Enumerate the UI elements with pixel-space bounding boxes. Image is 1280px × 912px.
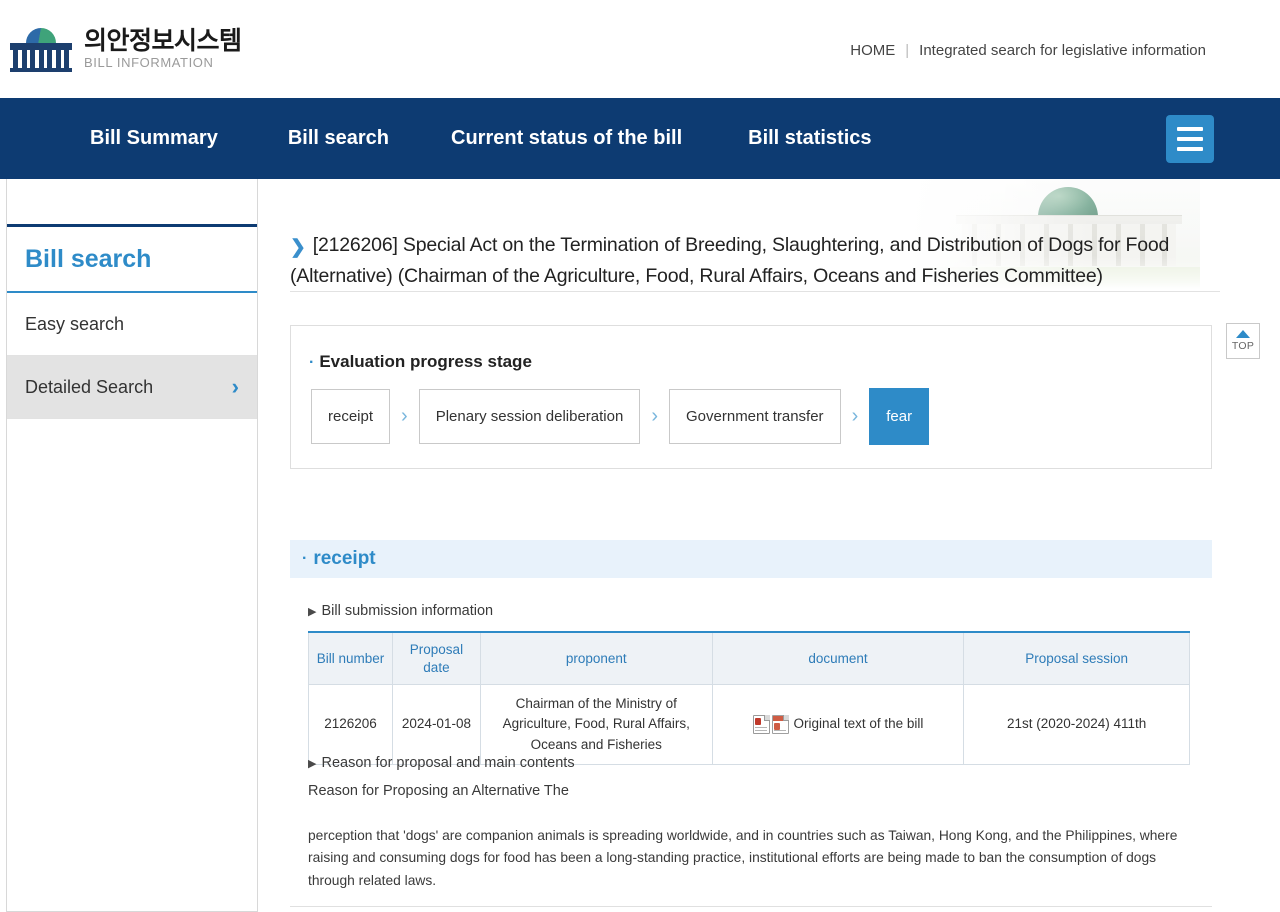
progress-heading-text: Evaluation progress stage [319, 352, 532, 371]
triangle-right-icon: ▶ [308, 606, 317, 618]
document-link[interactable]: Original text of the bill [721, 714, 956, 734]
progress-step-fear[interactable]: fear [869, 388, 930, 445]
chevron-right-icon: › [231, 374, 239, 399]
main-content: ❯ [2126206] Special Act on the Terminatio… [258, 179, 1280, 912]
bottom-divider [290, 906, 1212, 907]
progress-step-plenary-session[interactable]: Plenary session deliberation [418, 389, 641, 444]
progress-heading: · Evaluation progress stage [309, 352, 532, 372]
title-arrow-icon: ❯ [290, 237, 306, 258]
step-separator-icon: › [651, 405, 658, 427]
subheading-text: Bill submission information [321, 603, 494, 619]
pdf-document-icon[interactable] [771, 714, 789, 734]
header-utility-links: HOME | Integrated search for legislative… [850, 42, 1206, 59]
page-title-text: [2126206] Special Act on the Termination… [290, 234, 1170, 287]
sidebar-item-detailed-search[interactable]: Detailed Search › [7, 356, 257, 419]
sidebar-title: Bill search [7, 227, 257, 293]
column-header-proponent: proponent [479, 632, 713, 686]
table-row: 2126206 2024-01-08 Chairman of the Minis… [308, 684, 1190, 765]
title-divider [290, 291, 1220, 292]
nav-item-bill-summary[interactable]: Bill Summary [90, 127, 218, 150]
integrated-search-link[interactable]: Integrated search for legislative inform… [919, 42, 1206, 59]
triangle-up-icon [1236, 330, 1250, 338]
evaluation-progress-panel: · Evaluation progress stage receipt › Ple… [290, 325, 1212, 469]
hwp-document-icon[interactable] [752, 714, 770, 734]
sidebar-item-label: Detailed Search [25, 376, 154, 397]
sidebar: Bill search Easy search Detailed Search … [6, 179, 258, 912]
scroll-to-top-button[interactable]: TOP [1226, 323, 1260, 359]
nav-item-bill-search[interactable]: Bill search [288, 127, 389, 150]
sidebar-item-label: Easy search [25, 313, 125, 334]
top-button-label: TOP [1231, 340, 1255, 352]
cell-document: Original text of the bill [711, 684, 965, 765]
logo-title-korean: 의안정보시스템 [84, 27, 242, 55]
column-header-proposal-session: Proposal session [963, 632, 1190, 686]
cell-bill-number: 2126206 [308, 684, 393, 765]
table-header-row: Bill number Proposal date proponent docu… [308, 632, 1190, 686]
column-header-document: document [711, 632, 965, 686]
cell-proponent: Chairman of the Ministry of Agriculture,… [479, 684, 713, 765]
document-label: Original text of the bill [793, 716, 924, 732]
progress-step-receipt[interactable]: receipt [311, 389, 391, 444]
link-separator: | [905, 42, 910, 59]
sidebar-top-spacer [7, 179, 257, 227]
sidebar-item-easy-search[interactable]: Easy search [7, 293, 257, 356]
assembly-building-icon [8, 28, 74, 72]
column-header-proposal-date: Proposal date [391, 632, 481, 686]
step-separator-icon: › [401, 405, 408, 427]
bullet-icon: · [302, 550, 308, 567]
step-separator-icon: › [851, 405, 859, 427]
nav-item-bill-statistics[interactable]: Bill statistics [748, 127, 871, 150]
section-title: receipt [313, 548, 376, 569]
progress-steps: receipt › Plenary session deliberation ›… [311, 388, 930, 445]
page-title: ❯ [2126206] Special Act on the Terminatio… [290, 231, 1220, 290]
reason-body-text: perception that 'dogs' are companion ani… [308, 828, 1178, 888]
subheading-bill-submission: ▶ Bill submission information [308, 603, 493, 619]
logo-title-english: BILL INFORMATION [84, 55, 214, 71]
cell-proposal-session: 21st (2020-2024) 411th [963, 684, 1190, 765]
triangle-right-icon: ▶ [308, 758, 317, 770]
subheading-reason-for-proposal: ▶ Reason for proposal and main contents [308, 755, 575, 771]
bullet-icon: · [309, 354, 315, 371]
section-header-receipt: · receipt [290, 540, 1212, 578]
home-link[interactable]: HOME [850, 42, 895, 59]
progress-step-government-transfer[interactable]: Government transfer [669, 389, 841, 444]
nav-item-current-status[interactable]: Current status of the bill [451, 127, 682, 150]
reason-lead-text: Reason for Proposing an Alternative The [308, 783, 569, 799]
column-header-bill-number: Bill number [308, 632, 393, 686]
main-navigation: Bill Summary Bill search Current status … [0, 98, 1280, 179]
bill-submission-table: Bill number Proposal date proponent docu… [308, 631, 1190, 765]
site-header: 의안정보시스템 BILL INFORMATION HOME | Integrat… [0, 0, 1280, 98]
site-logo[interactable]: 의안정보시스템 BILL INFORMATION [8, 28, 242, 72]
cell-proposal-date: 2024-01-08 [391, 684, 481, 765]
hamburger-menu-icon[interactable] [1166, 115, 1214, 163]
subheading-text: Reason for proposal and main contents [321, 755, 575, 771]
